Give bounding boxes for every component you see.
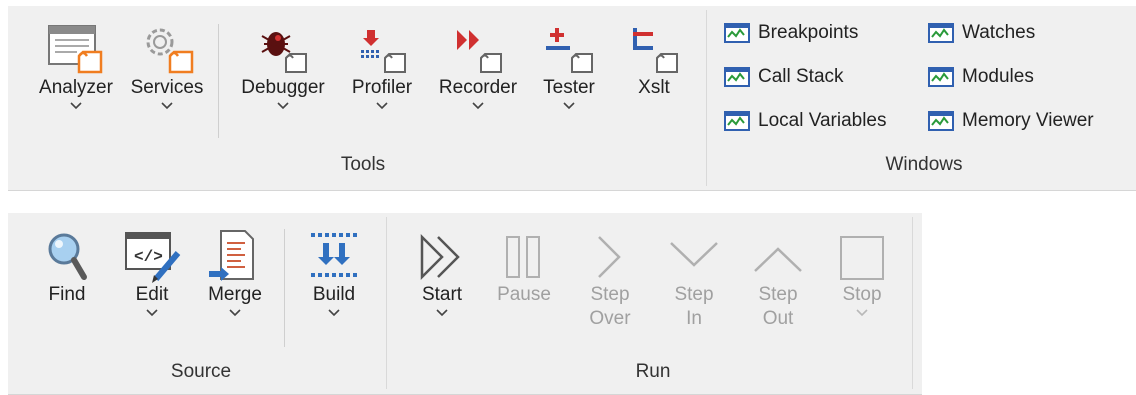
merge-icon xyxy=(207,227,263,283)
tools-group-label: Tools xyxy=(340,154,386,175)
step-in-button[interactable]: Step In xyxy=(658,227,730,331)
debugger-icon xyxy=(254,20,312,76)
start-icon xyxy=(416,227,468,283)
find-label: Find xyxy=(48,284,86,305)
memory-viewer-window-item[interactable]: Memory Viewer xyxy=(928,110,1094,132)
services-label: Services xyxy=(130,77,204,98)
chevron-down-icon[interactable] xyxy=(472,102,484,116)
find-button[interactable]: Find xyxy=(34,227,100,307)
xslt-icon xyxy=(625,20,683,76)
source-run-ribbon: Find </> Edit Merge Build Source Start P… xyxy=(8,213,922,395)
step-out-button[interactable]: Step Out xyxy=(742,227,814,331)
analyzer-button[interactable]: Analyzer xyxy=(30,20,122,116)
services-icon xyxy=(138,20,196,76)
modules-label: Modules xyxy=(962,66,1034,87)
window-icon xyxy=(724,111,750,131)
magnifier-icon xyxy=(42,227,92,283)
analyzer-icon xyxy=(47,20,105,76)
windows-group-label: Windows xyxy=(885,154,963,175)
chevron-down-icon[interactable] xyxy=(328,309,340,323)
profiler-icon xyxy=(353,20,411,76)
pause-button[interactable]: Pause xyxy=(488,227,560,307)
merge-label: Merge xyxy=(208,284,262,305)
pause-label: Pause xyxy=(497,284,551,305)
step-over-button[interactable]: Step Over xyxy=(574,227,646,331)
local-variables-label: Local Variables xyxy=(758,110,887,131)
svg-text:</>: </> xyxy=(134,248,163,266)
step-in-label-line1: Step xyxy=(674,284,714,305)
stop-label: Stop xyxy=(842,284,882,305)
separator xyxy=(218,24,219,138)
profiler-button[interactable]: Profiler xyxy=(342,20,422,116)
code-edit-icon: </> xyxy=(122,227,182,283)
stop-icon xyxy=(837,227,887,283)
window-icon xyxy=(928,67,954,87)
analyzer-label: Analyzer xyxy=(39,77,113,98)
merge-button[interactable]: Merge xyxy=(198,227,272,323)
chevron-down-icon[interactable] xyxy=(277,102,289,116)
chevron-down-icon[interactable] xyxy=(376,102,388,116)
tester-label: Tester xyxy=(543,77,595,98)
chevron-down-icon[interactable] xyxy=(563,102,575,116)
window-icon xyxy=(724,23,750,43)
source-group-label: Source xyxy=(170,361,232,382)
watches-label: Watches xyxy=(962,22,1036,43)
step-in-icon xyxy=(667,227,721,283)
modules-window-item[interactable]: Modules xyxy=(928,66,1034,88)
separator xyxy=(284,229,285,347)
step-over-icon xyxy=(585,227,635,283)
build-icon xyxy=(305,227,363,283)
call-stack-window-item[interactable]: Call Stack xyxy=(724,66,844,88)
step-over-label-line2: Over xyxy=(589,308,631,329)
group-divider xyxy=(386,217,387,389)
window-icon xyxy=(724,67,750,87)
chevron-down-icon[interactable] xyxy=(146,309,158,323)
local-variables-window-item[interactable]: Local Variables xyxy=(724,110,887,132)
services-button[interactable]: Services xyxy=(124,20,210,116)
run-group-label: Run xyxy=(635,361,671,382)
recorder-button[interactable]: Recorder xyxy=(428,20,528,116)
build-button[interactable]: Build xyxy=(298,227,370,323)
step-out-label-line1: Step xyxy=(758,284,798,305)
chevron-down-icon xyxy=(856,309,868,323)
xslt-label: Xslt xyxy=(638,77,670,98)
start-label: Start xyxy=(421,284,463,305)
chevron-down-icon[interactable] xyxy=(229,309,241,323)
recorder-icon xyxy=(449,20,507,76)
step-out-label-line2: Out xyxy=(762,308,794,329)
tools-ribbon: Analyzer Services Debugger Profiler Reco… xyxy=(8,6,1136,191)
window-icon xyxy=(928,111,954,131)
memory-viewer-label: Memory Viewer xyxy=(962,110,1094,131)
xslt-button[interactable]: Xslt xyxy=(616,20,692,100)
chevron-down-icon[interactable] xyxy=(161,102,173,116)
tester-icon xyxy=(540,20,598,76)
pause-icon xyxy=(499,227,549,283)
recorder-label: Recorder xyxy=(438,77,518,98)
edit-button[interactable]: </> Edit xyxy=(116,227,188,323)
chevron-down-icon[interactable] xyxy=(436,309,448,323)
start-button[interactable]: Start xyxy=(408,227,476,323)
debugger-label: Debugger xyxy=(241,77,325,98)
tester-button[interactable]: Tester xyxy=(532,20,606,116)
breakpoints-window-item[interactable]: Breakpoints xyxy=(724,22,858,44)
breakpoints-label: Breakpoints xyxy=(758,22,859,43)
edit-label: Edit xyxy=(135,284,169,305)
stop-button[interactable]: Stop xyxy=(826,227,898,323)
debugger-button[interactable]: Debugger xyxy=(230,20,336,116)
group-divider xyxy=(706,10,707,186)
profiler-label: Profiler xyxy=(351,77,413,98)
group-divider xyxy=(912,217,913,389)
build-label: Build xyxy=(312,284,356,305)
window-icon xyxy=(928,23,954,43)
watches-window-item[interactable]: Watches xyxy=(928,22,1035,44)
step-in-label-line2: In xyxy=(686,308,702,329)
call-stack-label: Call Stack xyxy=(758,66,844,87)
chevron-down-icon[interactable] xyxy=(70,102,82,116)
step-over-label-line1: Step xyxy=(590,284,630,305)
step-out-icon xyxy=(751,227,805,283)
